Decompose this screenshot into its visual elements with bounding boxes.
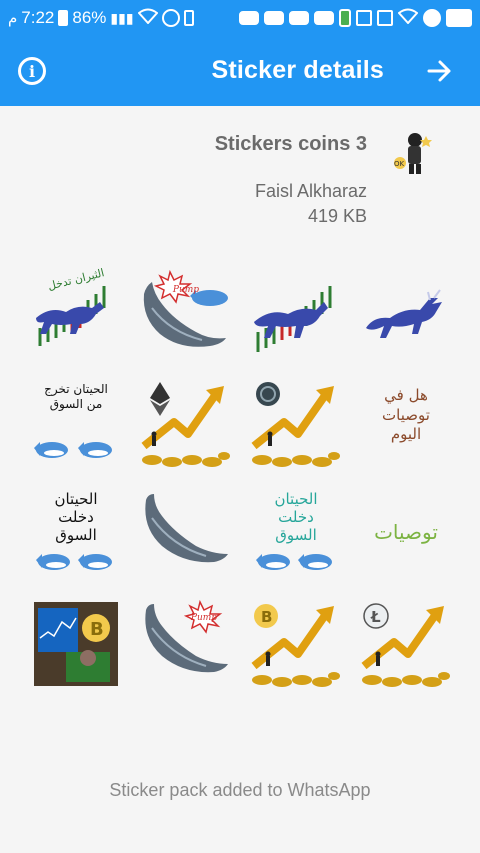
sticker-whales-enter[interactable]: الحيتان دخلت السوق — [30, 488, 122, 580]
data-saver-icon — [161, 9, 180, 27]
sticker-whales-leave[interactable]: الحيتان تخرج من السوق — [30, 378, 122, 470]
sticker-text: توصيات — [374, 520, 438, 544]
sticker-ethereum-rise[interactable] — [140, 378, 232, 470]
sticker-whale-pump-2[interactable]: Pump — [140, 598, 232, 690]
youtube-icon — [289, 11, 309, 25]
sticker-text: Pump — [172, 285, 200, 295]
battery-icon — [58, 10, 69, 26]
battery-percent: 86% — [72, 8, 107, 27]
svg-text:OK: OK — [394, 160, 405, 168]
arrow-right-icon[interactable] — [422, 53, 458, 89]
sticker-ripple-rise[interactable] — [250, 378, 342, 470]
sticker-recommendations-today[interactable]: هل في توصيات اليوم — [360, 378, 452, 470]
battery-saver-icon — [183, 10, 194, 26]
pack-header: Stickers coins 3 Faisl Alkharaz 419 KB O… — [0, 106, 480, 236]
page-title: Sticker details — [211, 56, 384, 84]
sticker-text: الحيتان دخلت السوق — [274, 490, 318, 544]
status-glyph: م — [8, 9, 18, 27]
svg-text:B: B — [261, 608, 272, 626]
sticker-text: Pump — [190, 613, 218, 623]
added-status-text: Sticker pack added to WhatsApp — [109, 780, 371, 800]
info-icon[interactable]: i — [18, 57, 46, 85]
message-icon — [446, 9, 472, 27]
pack-name: Stickers coins 3 — [214, 133, 367, 155]
sticker-bull-chart-top[interactable]: الثيران تدخل — [30, 268, 122, 360]
sticker-bull-chart[interactable] — [250, 268, 342, 360]
youtube-icon — [314, 11, 334, 25]
pack-size: 419 KB — [307, 206, 367, 226]
sticker-text: الحيتان دخلت السوق — [54, 490, 98, 544]
sticker-text: الحيتان تخرج من السوق — [44, 382, 108, 411]
sticker-grid: الثيران تدخل Pump الحيتان تخرج من السوق … — [30, 268, 454, 690]
sticker-whale-pump[interactable]: Pump — [140, 268, 232, 360]
app-bar: i Sticker details — [0, 36, 480, 106]
sticker-whales-enter-color[interactable]: الحيتان دخلت السوق — [250, 488, 342, 580]
signal-icon: ▮▮▮ — [110, 9, 134, 26]
sticker-recommendations[interactable]: توصيات — [360, 488, 452, 580]
youtube-icon — [239, 11, 259, 25]
youtube-icon — [264, 11, 284, 25]
pack-author: Faisl Alkharaz — [254, 181, 367, 201]
sticker-text: هل في توصيات اليوم — [382, 386, 430, 443]
sticker-whale[interactable] — [140, 488, 232, 580]
svg-text:B: B — [90, 619, 104, 640]
wifi-icon — [397, 8, 419, 29]
smiley-icon — [423, 9, 441, 27]
status-bar: م 7:22 86% ▮▮▮ — [0, 0, 480, 36]
checkbox-icon — [356, 10, 372, 26]
gallery-icon — [377, 10, 393, 26]
sticker-bitcoin-rise[interactable]: B — [250, 598, 342, 690]
sticker-litecoin-rise[interactable]: Ł — [360, 598, 452, 690]
tray-icon: OK — [388, 128, 438, 178]
svg-text:Ł: Ł — [370, 608, 381, 626]
clock: 7:22 — [21, 8, 55, 27]
sticker-bitcoin-trader[interactable]: B — [30, 598, 122, 690]
sticker-bull[interactable] — [360, 268, 452, 360]
wifi-icon — [137, 8, 159, 29]
whatsapp-icon — [339, 9, 351, 27]
